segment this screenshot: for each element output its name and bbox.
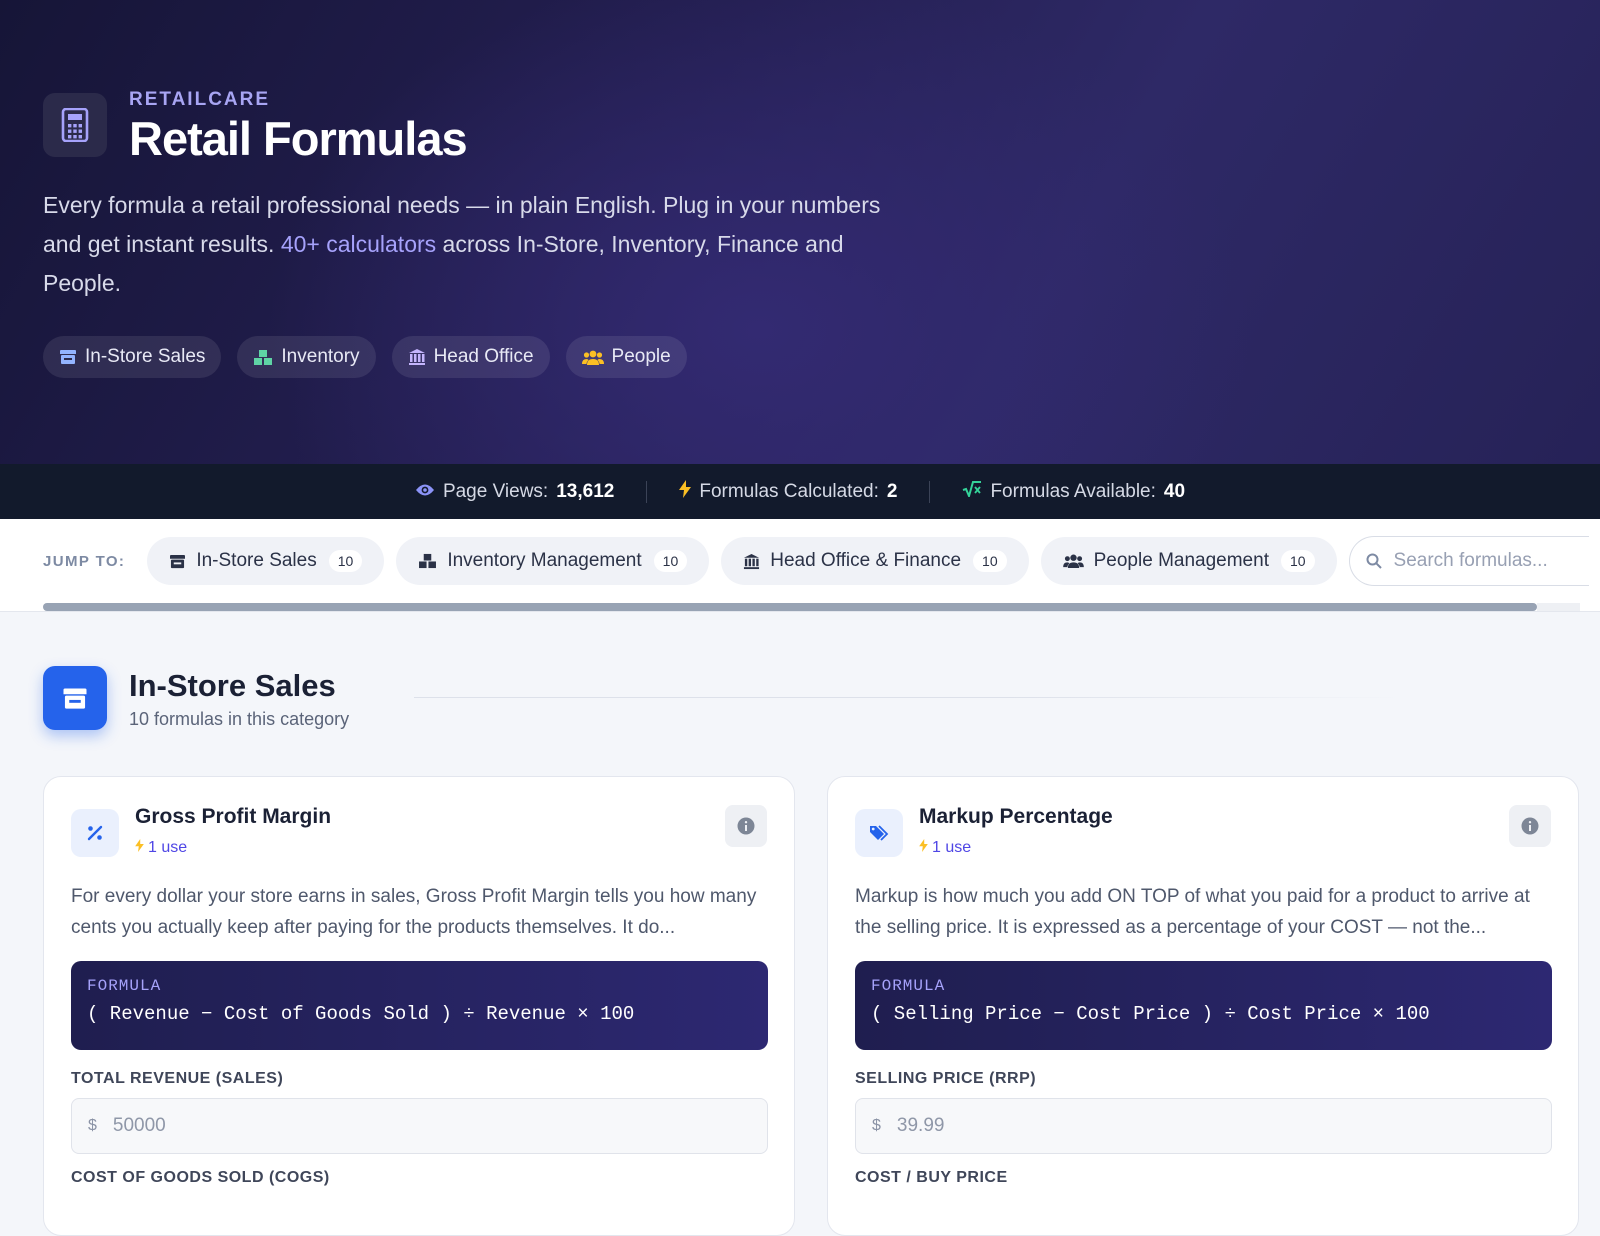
- jump-inventory-management[interactable]: Inventory Management 10: [396, 537, 710, 585]
- stat-formulas-available: Formulas Available: 40: [930, 480, 1217, 503]
- page-title: Retail Formulas: [129, 112, 468, 165]
- boxes-icon: [253, 349, 273, 366]
- calculator-icon: [43, 93, 107, 157]
- info-button[interactable]: [1509, 805, 1551, 847]
- scrollbar-track: [1537, 603, 1580, 611]
- stat-label: Formulas Available:: [990, 480, 1156, 502]
- bank-icon: [743, 553, 760, 570]
- hero-pill-label: In-Store Sales: [85, 346, 206, 367]
- store-icon: [43, 666, 107, 730]
- hero-pill-people[interactable]: People: [565, 336, 687, 378]
- stat-page-views: Page Views: 13,612: [383, 481, 646, 503]
- jump-in-store-sales[interactable]: In-Store Sales 10: [147, 537, 385, 585]
- search-input[interactable]: [1393, 550, 1574, 572]
- stat-value: 40: [1163, 480, 1186, 502]
- count-badge: 10: [1280, 550, 1315, 572]
- usage-count: 1 use: [919, 839, 971, 857]
- formula-box: FORMULA ( Revenue − Cost of Goods Sold )…: [71, 961, 768, 1050]
- section-header: In-Store Sales 10 formulas in this categ…: [43, 666, 349, 730]
- horizontal-scrollbar[interactable]: [43, 603, 1537, 611]
- stat-label: Formulas Calculated:: [699, 480, 879, 502]
- info-button[interactable]: [725, 805, 767, 847]
- users-icon: [1062, 553, 1084, 569]
- card-description: For every dollar your store earns in sal…: [71, 886, 757, 938]
- boxes-icon: [418, 553, 437, 569]
- formula-box: FORMULA ( Selling Price − Cost Price ) ÷…: [855, 961, 1552, 1050]
- count-badge: 10: [653, 550, 688, 572]
- currency-prefix: $: [88, 1117, 97, 1134]
- revenue-field[interactable]: $: [71, 1098, 768, 1154]
- store-icon: [169, 554, 186, 569]
- stat-value: 2: [886, 480, 898, 502]
- formula-card-markup-percentage: Markup Percentage 1 use Markup is how mu…: [827, 776, 1579, 1236]
- hero-pill-head-office[interactable]: Head Office: [391, 336, 550, 378]
- search-box[interactable]: [1348, 536, 1589, 586]
- tags-icon: [855, 809, 903, 857]
- currency-prefix: $: [872, 1117, 881, 1134]
- percent-icon: [71, 809, 119, 857]
- jump-to-bar: JUMP TO: In-Store Sales 10 Inventory Man…: [0, 519, 1600, 612]
- jump-people-management[interactable]: People Management 10: [1040, 537, 1337, 585]
- formula-label: FORMULA: [871, 977, 946, 995]
- hero-pill-inventory[interactable]: Inventory: [237, 336, 376, 378]
- search-icon: [1366, 553, 1382, 569]
- jump-label-text: Head Office & Finance: [770, 550, 962, 571]
- bank-icon: [408, 348, 426, 366]
- field-label: COST / BUY PRICE: [855, 1169, 1008, 1186]
- bolt-icon: [135, 839, 144, 857]
- count-badge: 10: [973, 550, 1007, 572]
- formula-expression: ( Revenue − Cost of Goods Sold ) ÷ Reven…: [87, 1003, 635, 1025]
- eye-icon: [415, 481, 435, 503]
- square-root-icon: [962, 480, 982, 503]
- calculators-highlight: 40+ calculators: [280, 231, 437, 257]
- usage-count: 1 use: [135, 839, 187, 857]
- hero-category-pills: In-Store Sales Inventory Head Office Peo…: [43, 336, 687, 378]
- section-title: In-Store Sales: [129, 668, 336, 703]
- revenue-input[interactable]: [112, 1115, 713, 1137]
- section-divider: [414, 697, 1404, 698]
- hero-pill-label: Head Office: [433, 346, 534, 367]
- jump-label-text: People Management: [1093, 550, 1269, 571]
- bolt-icon: [679, 479, 692, 504]
- hero-pill-in-store-sales[interactable]: In-Store Sales: [43, 336, 222, 378]
- usage-text: 1 use: [932, 839, 972, 856]
- jump-label-text: Inventory Management: [447, 550, 642, 571]
- store-icon: [59, 349, 77, 365]
- info-icon: [1521, 817, 1539, 835]
- field-label: COST OF GOODS SOLD (COGS): [71, 1169, 330, 1186]
- stat-formulas-calculated: Formulas Calculated: 2: [647, 479, 929, 504]
- hero-banner: RETAILCARE Retail Formulas Every formula…: [0, 0, 1600, 464]
- jump-to-label: JUMP TO:: [43, 552, 126, 570]
- brand-eyebrow: RETAILCARE: [129, 89, 271, 110]
- jump-label-text: In-Store Sales: [196, 550, 317, 571]
- hero-pill-label: People: [611, 346, 671, 367]
- formula-label: FORMULA: [87, 977, 162, 995]
- bolt-icon: [919, 839, 928, 857]
- card-title: Markup Percentage: [919, 805, 1113, 828]
- hero-pill-label: Inventory: [281, 346, 360, 367]
- users-icon: [581, 349, 604, 366]
- selling-price-field[interactable]: $: [855, 1098, 1552, 1154]
- stats-bar: Page Views: 13,612 Formulas Calculated: …: [0, 464, 1600, 519]
- card-title: Gross Profit Margin: [135, 805, 332, 828]
- brand: RETAILCARE Retail Formulas: [43, 88, 468, 167]
- selling-price-input[interactable]: [896, 1115, 1497, 1137]
- stat-label: Page Views:: [442, 480, 549, 502]
- card-description: Markup is how much you add ON TOP of wha…: [855, 886, 1530, 938]
- formula-card-gross-profit-margin: Gross Profit Margin 1 use For every doll…: [43, 776, 795, 1236]
- hero-description: Every formula a retail professional need…: [43, 186, 923, 303]
- stat-value: 13,612: [556, 480, 615, 502]
- jump-head-office-finance[interactable]: Head Office & Finance 10: [721, 537, 1029, 585]
- usage-text: 1 use: [148, 839, 188, 856]
- info-icon: [737, 817, 755, 835]
- formula-expression: ( Selling Price − Cost Price ) ÷ Cost Pr…: [871, 1003, 1430, 1025]
- count-badge: 10: [328, 550, 363, 572]
- field-label: SELLING PRICE (RRP): [855, 1070, 1037, 1087]
- field-label: TOTAL REVENUE (SALES): [71, 1070, 284, 1087]
- section-subtitle: 10 formulas in this category: [129, 709, 350, 729]
